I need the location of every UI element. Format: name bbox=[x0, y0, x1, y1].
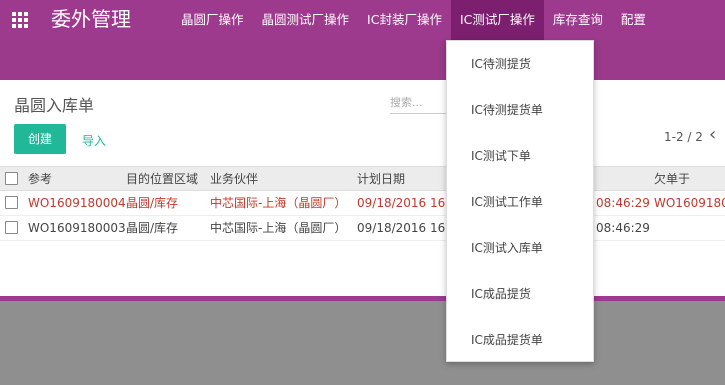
cell-backorder: WO1609180 bbox=[654, 196, 725, 210]
menu-item-wafer-test[interactable]: 晶圆测试厂操作 bbox=[253, 0, 359, 40]
dropdown-item-ic-pending-pickup[interactable]: IC待测提货 bbox=[447, 41, 593, 87]
cell-reference: WO1609180003 bbox=[28, 221, 126, 235]
header-subbar: @ bbox=[0, 40, 725, 104]
column-header-partner[interactable]: 业务伙伴 bbox=[210, 167, 258, 191]
column-header-backorder[interactable]: 欠单于 bbox=[654, 167, 690, 191]
column-header-destination[interactable]: 目的位置区域 bbox=[126, 167, 198, 191]
menu-item-wafer-fab[interactable]: 晶圆厂操作 bbox=[172, 0, 253, 40]
table-row[interactable]: WO1609180003 晶圆/库存 中芯国际-上海（晶圆厂） 09/18/20… bbox=[0, 216, 725, 241]
cell-time: 08:46:29 bbox=[596, 196, 650, 210]
column-header-scheduled-date[interactable]: 计划日期 bbox=[357, 167, 405, 191]
content-bottom-bar bbox=[0, 296, 725, 301]
cell-scheduled-date: 09/18/2016 16:4 bbox=[357, 221, 457, 235]
app-title: 委外管理 bbox=[51, 7, 131, 31]
dropdown-item-ic-finished-pickup[interactable]: IC成品提货 bbox=[447, 271, 593, 317]
create-button[interactable]: 创建 bbox=[14, 124, 66, 154]
cell-partner: 中芯国际-上海（晶圆厂） bbox=[210, 221, 347, 235]
menu-item-inventory[interactable]: 库存查询 bbox=[544, 0, 612, 40]
apps-grid-icon[interactable] bbox=[12, 12, 30, 28]
cell-reference: WO1609180004 bbox=[28, 196, 126, 210]
column-header-reference[interactable]: 参考 bbox=[28, 167, 52, 191]
menu-item-ic-test[interactable]: IC测试厂操作 bbox=[450, 0, 544, 40]
table-row[interactable]: WO1609180004 晶圆/库存 中芯国际-上海（晶圆厂） 09/18/20… bbox=[0, 191, 725, 216]
import-button[interactable]: 导入 bbox=[82, 132, 106, 149]
dropdown-item-ic-test-order[interactable]: IC测试下单 bbox=[447, 133, 593, 179]
chevron-left-icon[interactable]: ‹ bbox=[709, 124, 716, 145]
cell-destination: 晶圆/库存 bbox=[126, 196, 179, 210]
main-menu: 晶圆厂操作 晶圆测试厂操作 IC封装厂操作 IC测试厂操作 库存查询 配置 bbox=[172, 0, 655, 40]
dropdown-item-ic-test-receipt[interactable]: IC测试入库单 bbox=[447, 225, 593, 271]
list-table: 参考 目的位置区域 业务伙伴 计划日期 欠单于 WO1609180004 晶圆/… bbox=[0, 166, 725, 241]
cell-scheduled-date: 09/18/2016 16:4 bbox=[357, 196, 457, 210]
pager-value: 1-2 / 2 bbox=[664, 130, 703, 144]
page-title: 晶圆入库单 bbox=[14, 96, 95, 115]
dropdown-item-ic-finished-pickup-order[interactable]: IC成品提货单 bbox=[447, 317, 593, 363]
row-checkbox[interactable] bbox=[5, 221, 18, 234]
cell-destination: 晶圆/库存 bbox=[126, 221, 179, 235]
row-checkbox[interactable] bbox=[5, 196, 18, 209]
dropdown-item-ic-pending-pickup-order[interactable]: IC待测提货单 bbox=[447, 87, 593, 133]
menu-item-config[interactable]: 配置 bbox=[612, 0, 655, 40]
main-content: 晶圆入库单 搜索... 创建 导入 1-2 / 2 ‹ 参考 目的位置区域 业务… bbox=[0, 80, 725, 296]
select-all-checkbox[interactable] bbox=[5, 172, 18, 185]
cell-partner: 中芯国际-上海（晶圆厂） bbox=[210, 196, 347, 210]
top-navbar: 委外管理 晶圆厂操作 晶圆测试厂操作 IC封装厂操作 IC测试厂操作 库存查询 … bbox=[0, 0, 725, 40]
cell-time: 08:46:29 bbox=[596, 221, 650, 235]
menu-item-ic-package[interactable]: IC封装厂操作 bbox=[358, 0, 451, 40]
dropdown-item-ic-test-workorder[interactable]: IC测试工作单 bbox=[447, 179, 593, 225]
ic-test-dropdown-menu: IC待测提货 IC待测提货单 IC测试下单 IC测试工作单 IC测试入库单 IC… bbox=[446, 40, 594, 362]
table-header-row: 参考 目的位置区域 业务伙伴 计划日期 欠单于 bbox=[0, 166, 725, 191]
